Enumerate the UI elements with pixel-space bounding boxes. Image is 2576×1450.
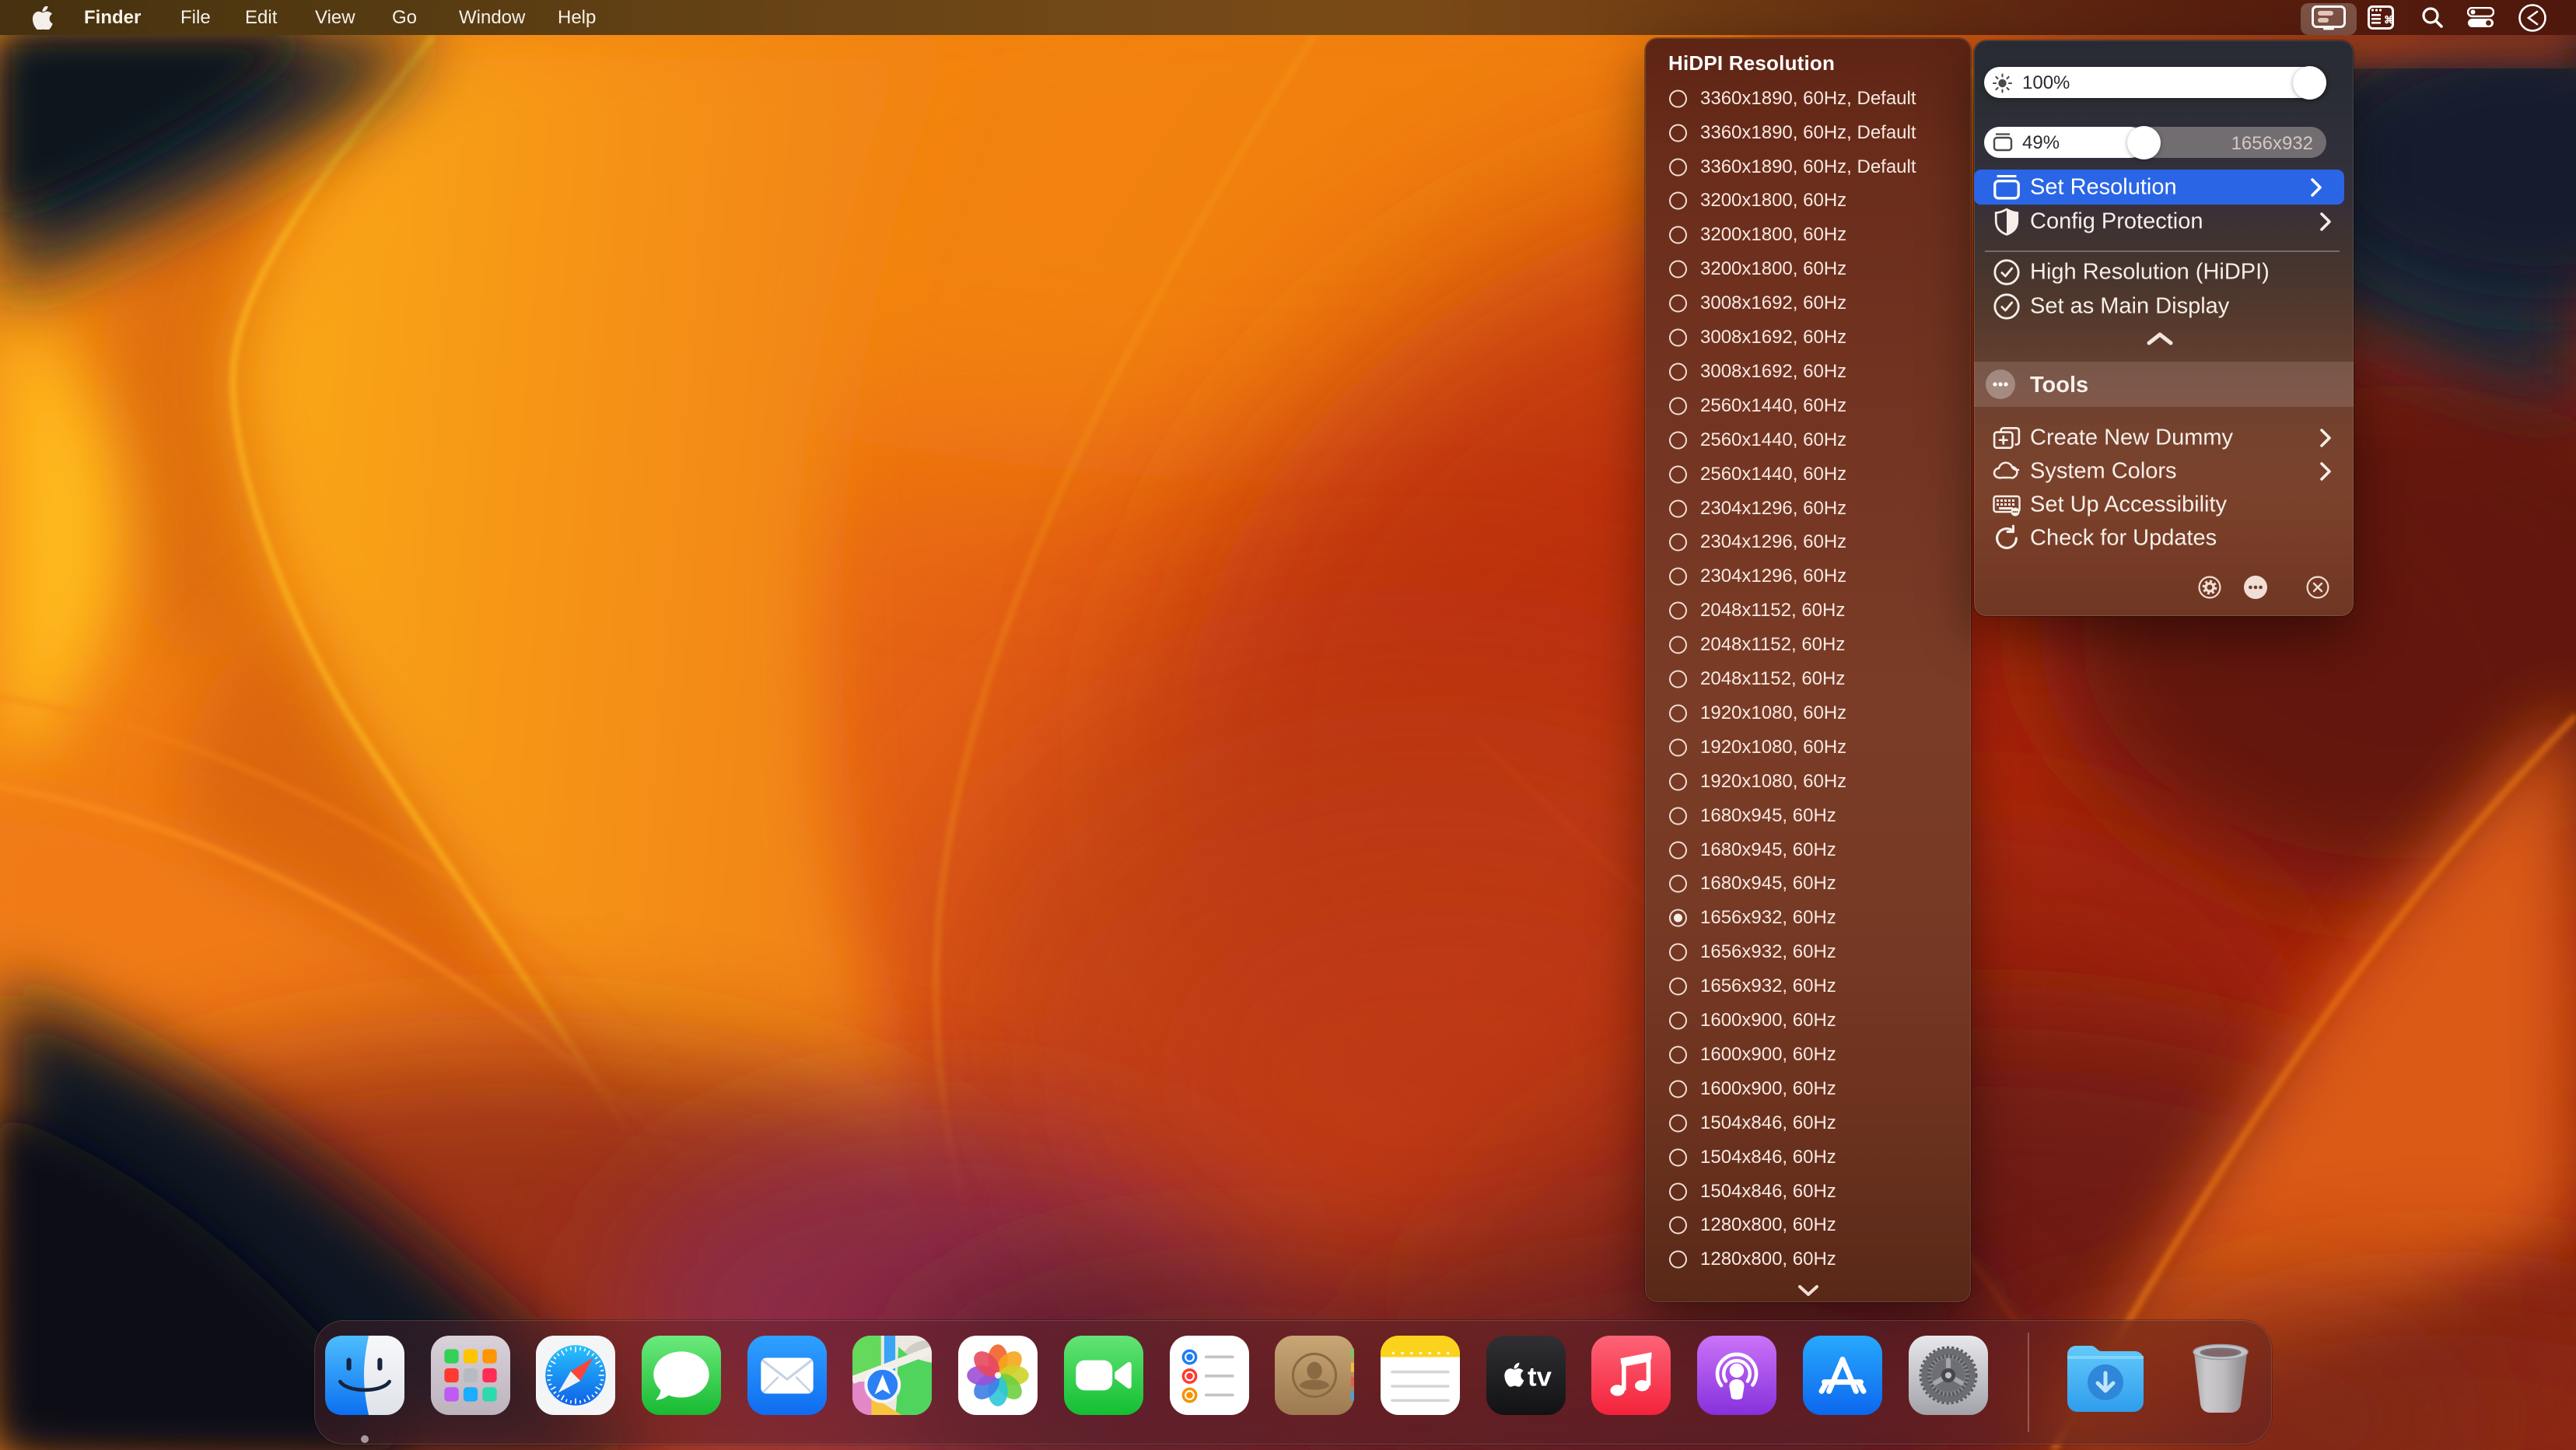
svg-text:⌘: ⌘ xyxy=(2384,14,2394,26)
svg-text:tv: tv xyxy=(1528,1362,1552,1392)
